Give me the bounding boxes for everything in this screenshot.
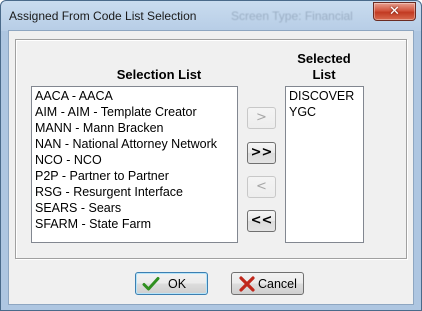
list-item[interactable]: NCO - NCO [32, 152, 237, 168]
list-item[interactable]: P2P - Partner to Partner [32, 168, 237, 184]
list-item[interactable]: YGC [286, 104, 363, 120]
cancel-x-icon [239, 276, 255, 292]
selected-heading-line2: List [312, 67, 336, 82]
close-icon: ✕ [389, 4, 400, 19]
selected-heading-line1: Selected [297, 51, 351, 66]
cancel-label: Cancel [258, 277, 297, 291]
add-all-button[interactable]: >> [247, 142, 276, 164]
list-item[interactable]: SFARM - State Farm [32, 216, 237, 232]
title-bar[interactable]: Assigned From Code List Selection Screen… [1, 1, 421, 30]
ok-label: OK [168, 277, 187, 291]
list-item[interactable]: AACA - AACA [32, 88, 237, 104]
window-title: Assigned From Code List Selection [9, 9, 197, 23]
cancel-button[interactable]: Cancel [231, 272, 304, 295]
close-button[interactable]: ✕ [373, 2, 416, 21]
selected-listbox[interactable]: DISCOVER YGC [285, 86, 364, 243]
checkmark-icon [142, 277, 160, 291]
remove-all-button[interactable]: << [247, 210, 276, 232]
dialog-body: Selection List Selected List AACA - AACA… [8, 30, 414, 305]
selection-list-heading: Selection List [116, 67, 202, 82]
list-item[interactable]: SEARS - Sears [32, 200, 237, 216]
remove-selected-button[interactable]: < [247, 176, 276, 198]
list-item[interactable]: AIM - AIM - Template Creator [32, 104, 237, 120]
add-selected-button[interactable]: > [247, 107, 276, 129]
list-item[interactable]: NAN - National Attorney Network [32, 136, 237, 152]
dialog-window: Assigned From Code List Selection Screen… [0, 0, 422, 311]
ok-button[interactable]: OK [135, 272, 208, 295]
list-item[interactable]: RSG - Resurgent Interface [32, 184, 237, 200]
list-item[interactable]: MANN - Mann Bracken [32, 120, 237, 136]
list-item[interactable]: DISCOVER [286, 88, 363, 104]
selected-list-heading: Selected List [279, 51, 369, 83]
background-window-title: Screen Type: Financial [231, 9, 353, 23]
selection-listbox[interactable]: AACA - AACA AIM - AIM - Template Creator… [31, 86, 238, 243]
